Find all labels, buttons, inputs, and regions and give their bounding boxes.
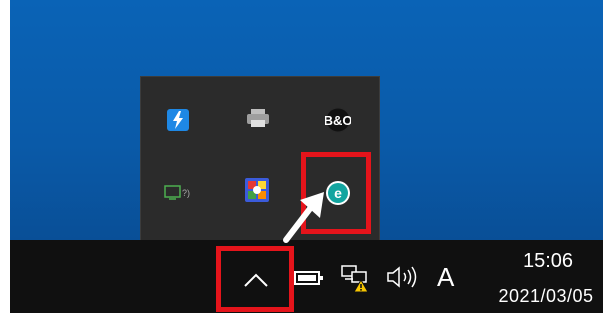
svg-text:B&O: B&O	[325, 113, 351, 128]
clock-time[interactable]: 15:06	[498, 250, 598, 273]
highlight-show-hidden-icons	[216, 246, 294, 312]
annotation-arrow	[283, 192, 324, 243]
colorful-app-icon[interactable]	[242, 175, 272, 205]
network-warning-icon[interactable]	[340, 262, 372, 294]
clock-date[interactable]: 2021/03/05	[480, 286, 609, 307]
svg-text:?): ?)	[182, 188, 190, 198]
frame-left-edge	[0, 0, 10, 313]
bo-icon[interactable]: B&O	[323, 105, 353, 135]
battery-icon[interactable]	[294, 269, 326, 287]
printer-icon[interactable]	[243, 103, 273, 133]
thunderbolt-icon[interactable]	[163, 105, 193, 135]
input-method-indicator[interactable]: A	[437, 262, 454, 293]
speaker-icon[interactable]	[385, 264, 425, 290]
network-display-icon[interactable]: ?)	[163, 177, 193, 207]
frame-right-edge	[603, 0, 609, 313]
